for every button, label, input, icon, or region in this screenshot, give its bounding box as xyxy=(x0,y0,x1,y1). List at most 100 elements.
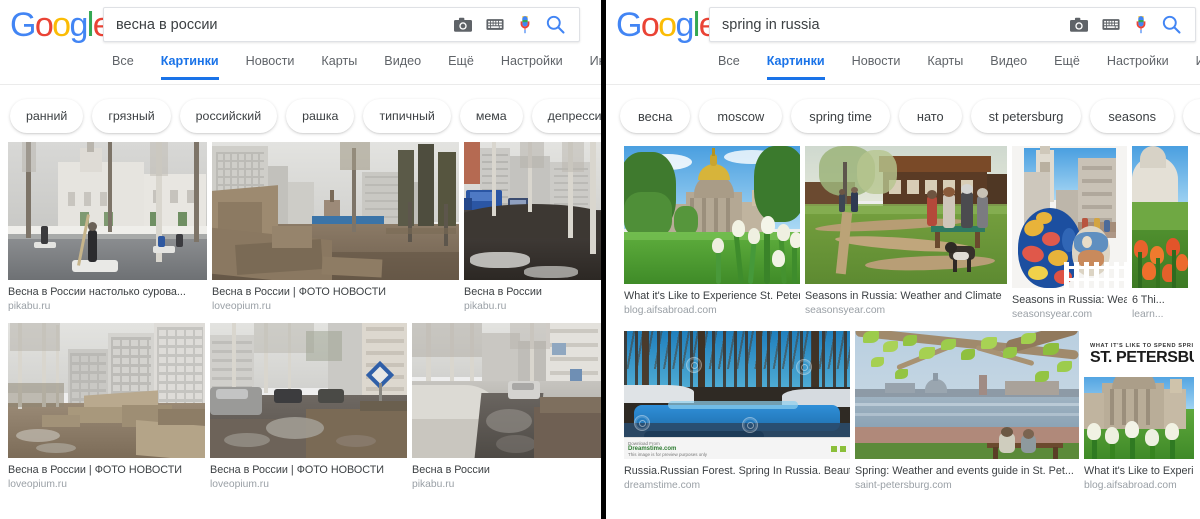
result-source: pikabu.ru xyxy=(412,479,455,490)
result-title[interactable]: What it's Like to Experienc xyxy=(1084,459,1194,478)
result-title[interactable]: Весна в России | ФОТО НОВОСТИ xyxy=(210,458,407,477)
result-title[interactable]: Spring: Weather and events guide in St. … xyxy=(855,459,1079,478)
nav-tabs: Все Картинки Новости Карты Видео Ещё Нас… xyxy=(0,52,601,82)
nav-tab-news[interactable]: Новости xyxy=(246,52,295,80)
result-title[interactable]: Весна в России | ФОТО НОВОСТИ xyxy=(212,280,459,299)
result-title[interactable]: Весна в России настолько сурова... xyxy=(8,280,207,299)
nav-tab-tools[interactable]: Инструменты xyxy=(590,52,601,80)
dual-search-comparison: Google весна в россии Все Картинки Новос… xyxy=(0,0,1200,519)
result-row: Весна в России настолько сурова... pikab… xyxy=(8,142,601,314)
result-thumbnail[interactable] xyxy=(8,142,207,280)
nav-tab-settings[interactable]: Настройки xyxy=(501,52,563,80)
header-right: Google spring in russia Все Картинки Нов… xyxy=(606,0,1200,85)
microphone-icon[interactable] xyxy=(1134,15,1148,35)
result-thumbnail[interactable] xyxy=(1012,146,1127,288)
result-source: dreamstime.com xyxy=(624,480,701,491)
keyboard-icon[interactable] xyxy=(1102,18,1120,31)
filter-chip[interactable]: российский xyxy=(179,99,278,133)
camera-icon[interactable] xyxy=(1070,17,1088,33)
filter-chip[interactable]: spring time xyxy=(791,99,890,133)
google-logo[interactable]: Google xyxy=(616,6,718,45)
result-thumbnail[interactable]: WHAT IT'S LIKE TO SPEND SPRING IN ST. PE… xyxy=(1084,331,1194,459)
filter-chip[interactable]: ранний xyxy=(10,99,84,133)
nav-tab-tools[interactable]: Инструменты xyxy=(1196,52,1200,80)
filter-chip[interactable]: депрессивный xyxy=(531,99,601,133)
nav-tab-more[interactable]: Ещё xyxy=(1054,52,1080,80)
image-result: What it's Like to Experience St. Petersb… xyxy=(624,146,800,318)
nav-tab-all[interactable]: Все xyxy=(718,52,740,80)
filter-chip[interactable]: весна xyxy=(620,99,691,133)
result-source: saint-petersburg.com xyxy=(855,480,952,491)
filter-chip[interactable]: russian xyxy=(1183,99,1200,133)
dreamstime-watermark-bar: Download From Dreamstime.com This image … xyxy=(624,437,850,459)
result-thumbnail[interactable] xyxy=(1132,146,1188,288)
search-icon[interactable] xyxy=(1162,15,1181,34)
result-row: Download From Dreamstime.com This image … xyxy=(624,331,1199,493)
nav-tab-more[interactable]: Ещё xyxy=(448,52,474,80)
image-result: Весна в России pikabu.ru xyxy=(464,142,601,314)
search-input[interactable]: весна в россии xyxy=(104,17,454,33)
result-thumbnail[interactable] xyxy=(624,146,800,284)
search-input[interactable]: spring in russia xyxy=(710,17,1070,33)
filter-chip[interactable]: st petersburg xyxy=(970,99,1082,133)
result-thumbnail[interactable] xyxy=(210,323,407,458)
filter-chips: весна moscow spring time нато st petersb… xyxy=(606,99,1200,133)
result-title[interactable]: Seasons in Russia: Weath... xyxy=(1012,288,1127,307)
nav-tab-video[interactable]: Видео xyxy=(384,52,421,80)
result-title[interactable]: Russia.Russian Forest. Spring In Russia.… xyxy=(624,459,850,478)
search-icon[interactable] xyxy=(546,15,565,34)
watermark-icon xyxy=(796,359,812,375)
nav-tab-video[interactable]: Видео xyxy=(990,52,1027,80)
image-result: Весна в России pikabu.ru xyxy=(412,323,601,492)
result-thumbnail[interactable] xyxy=(8,323,205,458)
result-thumbnail[interactable] xyxy=(464,142,601,280)
search-bar[interactable]: весна в россии xyxy=(103,7,580,42)
nav-tab-images[interactable]: Картинки xyxy=(766,52,825,80)
filter-chip[interactable]: moscow xyxy=(699,99,783,133)
result-source: pikabu.ru xyxy=(8,301,51,312)
filter-chip[interactable]: типичный xyxy=(363,99,451,133)
filter-chip[interactable]: грязный xyxy=(92,99,171,133)
nav-tab-settings[interactable]: Настройки xyxy=(1107,52,1169,80)
result-source: loveopium.ru xyxy=(212,301,271,312)
nav-tab-news[interactable]: Новости xyxy=(852,52,901,80)
banner-title: ST. PETERSBURG xyxy=(1090,348,1194,366)
result-thumbnail[interactable] xyxy=(805,146,1007,284)
filter-chip[interactable]: рашка xyxy=(286,99,355,133)
nav-tab-all[interactable]: Все xyxy=(112,52,134,80)
nav-tab-maps[interactable]: Карты xyxy=(321,52,357,80)
result-title[interactable]: Seasons in Russia: Weather and Climate xyxy=(805,284,1007,303)
search-bar-icons xyxy=(1070,15,1195,35)
google-logo[interactable]: Google xyxy=(10,6,112,45)
watermark-icon xyxy=(634,415,650,431)
camera-icon[interactable] xyxy=(454,17,472,33)
result-title[interactable]: 6 Thi... xyxy=(1132,288,1188,307)
filter-chip[interactable]: нато xyxy=(898,99,962,133)
nav-tab-images[interactable]: Картинки xyxy=(160,52,219,80)
result-source: loveopium.ru xyxy=(210,479,269,490)
image-result: Seasons in Russia: Weather and Climate s… xyxy=(805,146,1007,318)
search-bar[interactable]: spring in russia xyxy=(709,7,1196,42)
image-result: Весна в России | ФОТО НОВОСТИ loveopium.… xyxy=(8,323,205,492)
result-source: learn... xyxy=(1132,309,1164,320)
result-source: seasonsyear.com xyxy=(1012,309,1093,320)
filter-chip[interactable]: мема xyxy=(459,99,523,133)
image-result: 6 Thi... learn... xyxy=(1132,146,1188,322)
filter-chip[interactable]: seasons xyxy=(1090,99,1175,133)
microphone-icon[interactable] xyxy=(518,15,532,35)
image-result: Весна в России | ФОТО НОВОСТИ loveopium.… xyxy=(210,323,407,492)
nav-tab-maps[interactable]: Карты xyxy=(927,52,963,80)
watermark-icon xyxy=(742,417,758,433)
result-title[interactable]: Весна в России xyxy=(464,280,601,299)
result-title[interactable]: What it's Like to Experience St. Petersb… xyxy=(624,284,800,303)
keyboard-icon[interactable] xyxy=(486,18,504,31)
result-title[interactable]: Весна в России xyxy=(412,458,601,477)
image-result: Весна в России | ФОТО НОВОСТИ loveopium.… xyxy=(212,142,459,314)
nav-divider xyxy=(606,84,1200,85)
result-title[interactable]: Весна в России | ФОТО НОВОСТИ xyxy=(8,458,205,477)
result-thumbnail[interactable] xyxy=(412,323,601,458)
result-thumbnail[interactable] xyxy=(212,142,459,280)
image-result: Seasons in Russia: Weath... seasonsyear.… xyxy=(1012,146,1127,322)
result-thumbnail[interactable]: Download From Dreamstime.com This image … xyxy=(624,331,850,459)
result-thumbnail[interactable] xyxy=(855,331,1079,459)
